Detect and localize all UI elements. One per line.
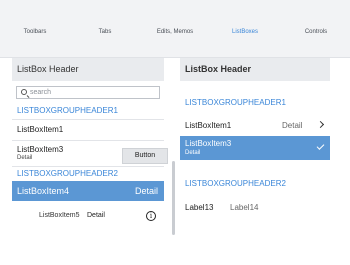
- right-listbox-panel: ListBox Header LISTBOXGROUPHEADER1 ListB…: [180, 58, 330, 254]
- list-item-5-title: ListBoxItem5: [39, 212, 80, 219]
- scrollbar[interactable]: [172, 161, 175, 235]
- list-item-1-title: ListBoxItem1: [185, 121, 232, 130]
- list-item-4-detail: Detail: [134, 186, 158, 196]
- list-item-1[interactable]: ListBoxItem1 Detail: [180, 115, 330, 135]
- labels-row[interactable]: Label13 Label14: [180, 196, 330, 218]
- tab-listboxes[interactable]: ListBoxes: [232, 29, 258, 35]
- list-item-3-detail: Detail: [17, 155, 33, 161]
- list-item-4-selected[interactable]: ListBoxItem4 Detail: [12, 181, 164, 201]
- list-item-3-detail: Detail: [185, 150, 201, 156]
- list-item-4-title: ListBoxItem4: [17, 186, 70, 196]
- label-13: Label13: [185, 203, 214, 212]
- chevron-right-icon: [316, 120, 325, 129]
- search-input[interactable]: search: [16, 86, 160, 99]
- group-header-2: LISTBOXGROUPHEADER2: [17, 169, 118, 178]
- tab-controls[interactable]: Controls: [305, 29, 327, 35]
- group-header-1: LISTBOXGROUPHEADER1: [185, 98, 286, 107]
- list-item-3-button[interactable]: Button: [122, 148, 168, 164]
- tab-edits-memos[interactable]: Edits, Memos: [157, 29, 193, 35]
- group-header-2: LISTBOXGROUPHEADER2: [185, 179, 286, 188]
- group-header-1: LISTBOXGROUPHEADER1: [17, 106, 118, 115]
- list-item-5-detail: Detail: [87, 212, 105, 219]
- divider: [12, 119, 164, 120]
- divider: [12, 140, 164, 141]
- list-item-5[interactable]: ListBoxItem5 Detail i: [12, 209, 164, 223]
- tab-tabs[interactable]: Tabs: [99, 29, 112, 35]
- left-listbox-panel: ListBox Header search LISTBOXGROUPHEADER…: [12, 58, 175, 254]
- label-14: Label14: [230, 203, 259, 212]
- list-item-1[interactable]: ListBoxItem1: [17, 125, 63, 134]
- tab-bar: Toolbars Tabs Edits, Memos ListBoxes Con…: [0, 0, 350, 58]
- left-listbox[interactable]: LISTBOXGROUPHEADER1 ListBoxItem1 ListBox…: [12, 103, 164, 254]
- search-placeholder: search: [30, 89, 52, 96]
- list-item-3-selected[interactable]: ListBoxItem3 Detail: [180, 136, 330, 160]
- list-item-3-title[interactable]: ListBoxItem3: [17, 145, 63, 154]
- divider: [12, 166, 164, 167]
- info-icon[interactable]: i: [146, 211, 156, 221]
- list-item-3-title: ListBoxItem3: [185, 139, 232, 148]
- tab-toolbars[interactable]: Toolbars: [24, 29, 47, 35]
- checkmark-icon: [316, 142, 325, 150]
- search-icon: [21, 89, 27, 95]
- right-listbox-header: ListBox Header: [180, 58, 330, 81]
- left-listbox-header: ListBox Header: [12, 58, 164, 81]
- list-item-1-detail: Detail: [282, 121, 303, 130]
